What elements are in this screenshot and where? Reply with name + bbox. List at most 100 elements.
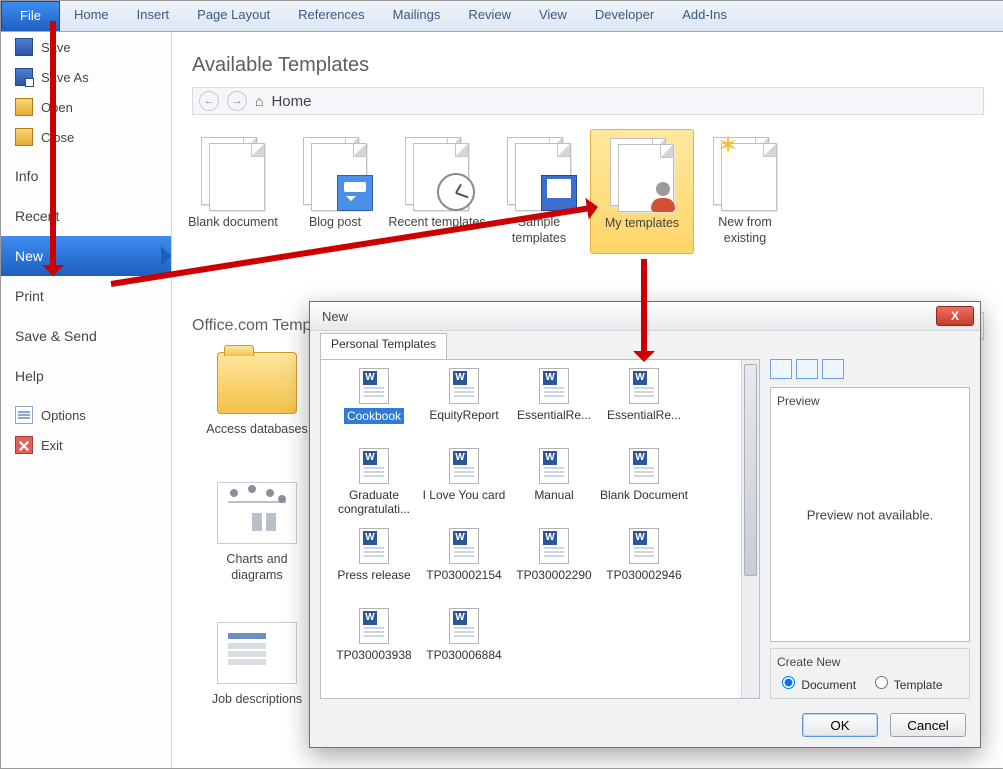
template-tile-sample[interactable]: Sample templates xyxy=(488,129,590,254)
template-tile-label: Blank document xyxy=(184,215,282,231)
document-icon xyxy=(197,137,269,209)
sidebar-item-close[interactable]: Close xyxy=(1,122,171,152)
sidebar-item-label: Save As xyxy=(41,70,89,85)
sidebar-item-new[interactable]: New xyxy=(1,236,171,276)
sidebar-item-label: Save xyxy=(41,40,71,55)
sidebar-item-options[interactable]: Options xyxy=(1,400,171,430)
category-tile-chart[interactable]: Charts and diagrams xyxy=(202,482,312,583)
ribbon-tab-file[interactable]: File xyxy=(1,1,60,31)
sidebar-item-label: Recent xyxy=(15,208,59,224)
nav-forward-icon[interactable]: → xyxy=(227,91,247,111)
scrollbar-thumb[interactable] xyxy=(744,364,757,576)
template-item[interactable]: I Love You card xyxy=(419,448,509,528)
ribbon-tab-mailings[interactable]: Mailings xyxy=(379,1,455,31)
ribbon-tab-developer[interactable]: Developer xyxy=(581,1,668,31)
word-document-icon xyxy=(539,448,569,484)
template-item[interactable]: TP030006884 xyxy=(419,608,509,688)
preview-label: Preview xyxy=(777,394,963,408)
cancel-button[interactable]: Cancel xyxy=(890,713,966,737)
options-icon xyxy=(15,406,33,424)
template-tile-blog[interactable]: Blog post xyxy=(284,129,386,254)
sidebar-item-recent[interactable]: Recent xyxy=(1,196,171,236)
word-document-icon xyxy=(449,608,479,644)
sidebar-item-label: Open xyxy=(41,100,73,115)
template-item[interactable]: Cookbook xyxy=(329,368,419,448)
sidebar-item-help[interactable]: Help xyxy=(1,356,171,396)
template-item[interactable]: EquityReport xyxy=(419,368,509,448)
template-item[interactable]: Manual xyxy=(509,448,599,528)
clock-icon xyxy=(437,173,475,211)
sidebar-item-print[interactable]: Print xyxy=(1,276,171,316)
breadcrumb[interactable]: ← → ⌂ Home xyxy=(192,87,984,115)
ribbon-tab-references[interactable]: References xyxy=(284,1,378,31)
blog-icon xyxy=(337,175,373,211)
close-icon[interactable]: X xyxy=(936,306,974,326)
dialog-titlebar[interactable]: New X xyxy=(310,302,980,331)
ribbon-tab-review[interactable]: Review xyxy=(454,1,525,31)
ribbon-tab-view[interactable]: View xyxy=(525,1,581,31)
template-item[interactable]: TP030003938 xyxy=(329,608,419,688)
radio-template[interactable]: Template xyxy=(870,678,943,692)
view-list-icon[interactable] xyxy=(796,359,818,379)
sidebar-item-label: Options xyxy=(41,408,86,423)
sidebar-item-open[interactable]: Open xyxy=(1,92,171,122)
view-large-icons-icon[interactable] xyxy=(770,359,792,379)
template-tile-label: Recent templates xyxy=(388,215,486,231)
category-tile-label: Access databases xyxy=(202,422,312,438)
word-document-icon xyxy=(629,448,659,484)
template-tile-clock[interactable]: Recent templates xyxy=(386,129,488,254)
document-icon: ✶ xyxy=(709,137,781,209)
ok-button[interactable]: OK xyxy=(802,713,878,737)
word-document-icon xyxy=(539,368,569,404)
template-item[interactable]: TP030002154 xyxy=(419,528,509,608)
template-item[interactable]: TP030002290 xyxy=(509,528,599,608)
category-tile-job[interactable]: Job descriptions xyxy=(202,622,312,708)
backstage-sidebar: Save Save As Open Close Info Recent NewPrint Sa… xyxy=(1,32,172,768)
template-item-label: Cookbook xyxy=(344,408,404,424)
document-icon xyxy=(401,137,473,209)
template-tile-label: New from existing xyxy=(696,215,794,246)
template-item[interactable]: Blank Document xyxy=(599,448,689,528)
sidebar-item-label: Exit xyxy=(41,438,63,453)
template-tile-person[interactable]: My templates xyxy=(590,129,694,254)
sidebar-item-exit[interactable]: Exit xyxy=(1,430,171,460)
sidebar-item-save-send[interactable]: Save & Send xyxy=(1,316,171,356)
template-item-label: TP030002946 xyxy=(606,568,681,582)
sidebar-item-info[interactable]: Info xyxy=(1,156,171,196)
radio-document[interactable]: Document xyxy=(777,678,856,692)
save-icon xyxy=(15,38,33,56)
template-tile-label: Blog post xyxy=(286,215,384,231)
template-item[interactable]: Press release xyxy=(329,528,419,608)
template-item-label: TP030002290 xyxy=(516,568,591,582)
template-item[interactable]: EssentialRe... xyxy=(509,368,599,448)
new-template-dialog: New X Personal Templates Cookbook EquityR… xyxy=(309,301,981,748)
template-item[interactable]: EssentialRe... xyxy=(599,368,689,448)
sidebar-item-save[interactable]: Save xyxy=(1,32,171,62)
scrollbar[interactable] xyxy=(741,360,759,698)
template-item[interactable]: TP030002946 xyxy=(599,528,689,608)
dialog-tabstrip: Personal Templates xyxy=(310,331,980,359)
template-item-label: I Love You card xyxy=(423,488,506,502)
available-templates-heading: Available Templates xyxy=(192,54,1003,77)
document-icon xyxy=(503,137,575,209)
ribbon-tab-insert[interactable]: Insert xyxy=(123,1,184,31)
template-tile-star[interactable]: ✶ New from existing xyxy=(694,129,796,254)
template-item-label: Blank Document xyxy=(600,488,688,502)
word-document-icon xyxy=(359,448,389,484)
category-tile-folder[interactable]: Access databases xyxy=(202,352,312,438)
ribbon-tab-add-ins[interactable]: Add-Ins xyxy=(668,1,741,31)
view-details-icon[interactable] xyxy=(822,359,844,379)
home-icon[interactable]: ⌂ xyxy=(255,93,263,109)
ribbon-tab-page-layout[interactable]: Page Layout xyxy=(183,1,284,31)
word-document-icon xyxy=(539,528,569,564)
template-item[interactable]: Graduate congratulati... xyxy=(329,448,419,528)
document-icon xyxy=(606,138,678,210)
sample-icon xyxy=(541,175,577,211)
ribbon-tab-home[interactable]: Home xyxy=(60,1,123,31)
template-item-label: TP030006884 xyxy=(426,648,501,662)
template-tile-blank[interactable]: Blank document xyxy=(182,129,284,254)
sidebar-item-label: Save & Send xyxy=(15,328,97,344)
tab-personal-templates[interactable]: Personal Templates xyxy=(320,333,447,359)
sidebar-item-save-as[interactable]: Save As xyxy=(1,62,171,92)
nav-back-icon[interactable]: ← xyxy=(199,91,219,111)
